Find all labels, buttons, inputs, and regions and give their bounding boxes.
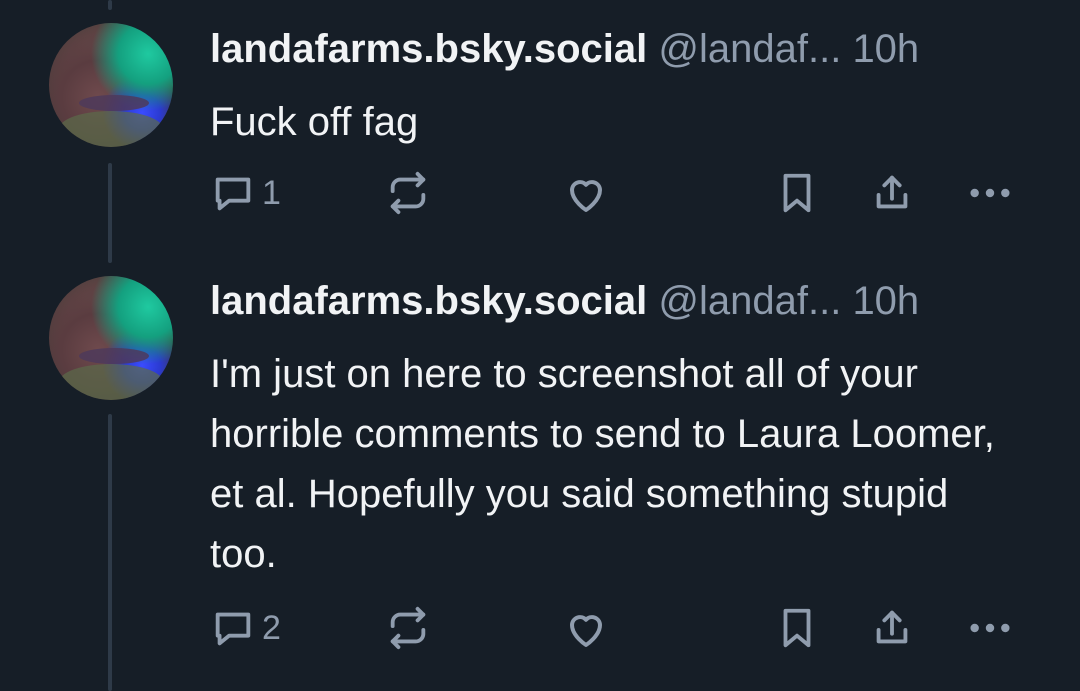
share-button[interactable]: [869, 170, 915, 216]
author-display-name[interactable]: landafarms.bsky.social: [210, 279, 647, 323]
repost-button[interactable]: [385, 170, 431, 216]
post-time[interactable]: 10h: [852, 279, 919, 323]
bookmark-button[interactable]: [774, 605, 820, 651]
more-icon: [965, 605, 1015, 651]
reply-icon: [210, 605, 256, 651]
post-text: I'm just on here to screenshot all of yo…: [210, 352, 995, 576]
more-options-button[interactable]: [965, 170, 1015, 216]
post-actions: 2: [0, 605, 1080, 655]
post-text: Fuck off fag: [210, 100, 419, 144]
reply-count: 2: [262, 608, 281, 647]
like-icon: [562, 605, 610, 653]
bookmark-icon: [774, 605, 820, 651]
avatar[interactable]: [49, 23, 173, 147]
bookmark-button[interactable]: [774, 170, 820, 216]
author-display-name[interactable]: landafarms.bsky.social: [210, 27, 647, 71]
post-1[interactable]: landafarms.bsky.social @landaf... 10h Fu…: [0, 0, 1080, 252]
more-icon: [965, 170, 1015, 216]
repost-icon: [385, 170, 431, 216]
post-header: landafarms.bsky.social @landaf... 10h: [210, 276, 919, 326]
like-icon: [562, 170, 610, 218]
reply-button[interactable]: 2: [210, 605, 281, 651]
repost-icon: [385, 605, 431, 651]
repost-button[interactable]: [385, 605, 431, 651]
like-button[interactable]: [562, 170, 610, 218]
post-header: landafarms.bsky.social @landaf... 10h: [210, 24, 919, 74]
more-options-button[interactable]: [965, 605, 1015, 651]
share-icon: [869, 605, 915, 651]
post-2[interactable]: landafarms.bsky.social @landaf... 10h I'…: [0, 252, 1080, 691]
bookmark-icon: [774, 170, 820, 216]
avatar[interactable]: [49, 276, 173, 400]
like-button[interactable]: [562, 605, 610, 653]
post-time[interactable]: 10h: [852, 27, 919, 71]
share-button[interactable]: [869, 605, 915, 651]
reply-count: 1: [262, 173, 281, 212]
author-handle[interactable]: @landaf...: [658, 279, 841, 323]
reply-icon: [210, 170, 256, 216]
share-icon: [869, 170, 915, 216]
post-actions: 1: [0, 170, 1080, 220]
reply-button[interactable]: 1: [210, 170, 281, 216]
author-handle[interactable]: @landaf...: [658, 27, 841, 71]
